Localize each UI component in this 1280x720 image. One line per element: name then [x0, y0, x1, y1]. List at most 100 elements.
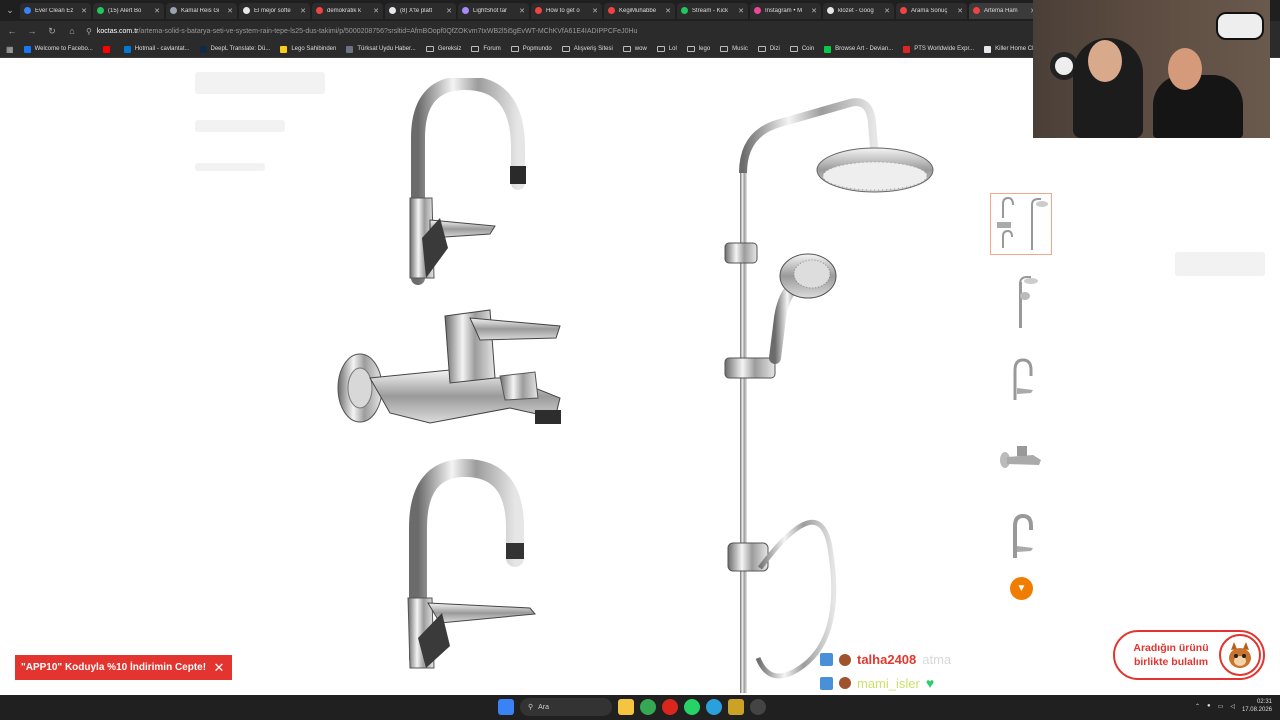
tab-favicon-icon	[900, 7, 907, 14]
bookmark-folder[interactable]: wow	[622, 46, 647, 52]
tab-close-icon[interactable]: ✕	[227, 7, 233, 15]
taskbar-clock[interactable]: 02:31 17.08.2026	[1242, 698, 1272, 714]
tab-close-icon[interactable]: ✕	[81, 7, 87, 15]
main-product-image[interactable]	[330, 75, 950, 695]
back-icon[interactable]: ←	[6, 26, 18, 36]
forward-icon[interactable]: →	[26, 26, 38, 36]
taskbar-apps: ⚲ Ara	[498, 698, 766, 716]
bookmark-item[interactable]: PTS Worldwide Expr...	[903, 45, 975, 53]
promo-banner[interactable]: "APP10" Koduyla %10 İndirimin Cepte! ✕	[15, 655, 232, 680]
tab-close-icon[interactable]: ✕	[519, 7, 525, 15]
folder-icon	[471, 46, 480, 52]
microphone-icon[interactable]: ●	[1207, 703, 1211, 709]
tab-close-icon[interactable]: ✕	[592, 7, 598, 15]
bookmark-folder[interactable]: Alışveriş Sitesi	[561, 46, 613, 52]
bookmark-favicon-icon	[903, 45, 911, 53]
browser-tab[interactable]: Kamal Reis Gi ✕	[166, 2, 237, 19]
bookmark-folder[interactable]: Gereksiz	[425, 46, 461, 52]
bookmark-folder[interactable]: Dizi	[757, 46, 780, 52]
tab-close-icon[interactable]: ✕	[665, 7, 671, 15]
bookmark-item[interactable]: Türksat Uydu Haber...	[346, 45, 416, 53]
bookmark-item[interactable]: DeepL Translate: Dü...	[199, 45, 270, 53]
windows-start-icon[interactable]	[498, 699, 514, 715]
chevron-up-icon[interactable]: ⌃	[1195, 703, 1200, 710]
tab-close-icon[interactable]: ✕	[446, 7, 452, 15]
obs-icon[interactable]	[750, 699, 766, 715]
chrome-icon[interactable]	[640, 699, 656, 715]
browser-tab[interactable]: Artema Ham✕	[969, 2, 1040, 19]
browser-tab[interactable]: How to get o ✕	[531, 2, 602, 19]
bookmark-folder[interactable]: Coin	[789, 46, 814, 52]
bookmark-label: PTS Worldwide Expr...	[914, 46, 975, 52]
tab-favicon-icon	[754, 7, 761, 14]
browser-tab[interactable]: klozet - Goog ✕	[823, 2, 894, 19]
thumbnail-list	[990, 193, 1054, 583]
chat-username: talha2408	[857, 652, 917, 667]
tab-title: LightShot tar	[473, 7, 508, 14]
product-thumbnail-set[interactable]	[990, 193, 1052, 255]
bookmark-item[interactable]: Welcome to Facebo...	[23, 45, 93, 53]
address-bar[interactable]: ⚲ koctas.com.tr/artema-solid-s-batarya-s…	[86, 24, 1006, 38]
home-icon[interactable]: ⌂	[66, 26, 78, 36]
product-thumbnail-kitchen-faucet[interactable]	[990, 349, 1052, 411]
tab-title: klozet - Goog	[838, 7, 874, 14]
tab-close-icon[interactable]: ✕	[738, 7, 744, 15]
product-thumbnail-bath-mixer[interactable]	[990, 427, 1052, 489]
browser-tab[interactable]: Instagram • M ✕	[750, 2, 821, 19]
browser-tab[interactable]: (8) X'te platt ✕	[385, 2, 456, 19]
taskbar-search[interactable]: ⚲ Ara	[520, 698, 612, 716]
browser-tab[interactable]: El mejor softe ✕	[239, 2, 310, 19]
bookmark-folder[interactable]: Music	[720, 46, 748, 52]
bookmark-label: Popmundo	[522, 46, 552, 52]
bookmark-label: Browse Art - Devian...	[835, 46, 894, 52]
bookmark-folder[interactable]: Lol	[656, 46, 677, 52]
tab-title: Kamal Reis Gi	[181, 7, 220, 14]
browser-tab[interactable]: LightShot tar ✕	[458, 2, 529, 19]
browser-tab[interactable]: KegiMuhabbe ✕	[604, 2, 675, 19]
browser-tab[interactable]: Stream - Kick ✕	[677, 2, 748, 19]
tab-close-icon[interactable]: ✕	[373, 7, 379, 15]
bookmark-folder[interactable]: Forum	[471, 46, 501, 52]
taskbar-search-placeholder: Ara	[538, 703, 550, 711]
tab-favicon-icon	[97, 7, 104, 14]
background-button	[1175, 252, 1265, 276]
bookmark-item[interactable]: Lego Sahibinden	[280, 45, 336, 53]
telegram-icon[interactable]	[706, 699, 722, 715]
volume-icon[interactable]: ◁	[1230, 703, 1235, 710]
product-thumbnail-shower[interactable]	[990, 271, 1052, 333]
tab-close-icon[interactable]: ✕	[300, 7, 306, 15]
browser-tab[interactable]: Arama Sonuç ✕	[896, 2, 967, 19]
network-icon[interactable]: ▭	[1218, 703, 1224, 710]
bookmark-label: Hotmail - cavlantat...	[134, 46, 190, 52]
close-icon[interactable]: ✕	[212, 660, 226, 676]
bookmark-item[interactable]: Browse Art - Devian...	[824, 45, 894, 53]
tab-favicon-icon	[827, 7, 834, 14]
browser-tab[interactable]: demokratik k ✕	[312, 2, 383, 19]
tab-search-icon[interactable]: ⌄	[2, 3, 18, 19]
reload-icon[interactable]: ↻	[46, 26, 58, 37]
product-thumbnail-basin-faucet[interactable]	[990, 505, 1052, 567]
bookmark-favicon-icon	[23, 45, 31, 53]
product-set-illustration	[337, 75, 934, 693]
bookmark-label: Lol	[668, 46, 677, 52]
bookmark-folder[interactable]: lego	[686, 46, 710, 52]
thumbnail-scroll-down-button[interactable]: ▼	[1010, 577, 1033, 600]
bookmark-item[interactable]: Hotmail - cavlantat...	[123, 45, 190, 53]
browser-tab[interactable]: Ever Clean Ez ✕	[20, 2, 91, 19]
chat-assistant-button[interactable]: Aradığın ürünü birlikte bulalım	[1113, 630, 1265, 680]
bookmark-folder[interactable]: Popmundo	[510, 46, 552, 52]
whatsapp-icon[interactable]	[684, 699, 700, 715]
folder-icon	[789, 46, 798, 52]
apps-grid-icon[interactable]: ▦	[6, 45, 14, 54]
browser-tab[interactable]: (15) Alert Bo ✕	[93, 2, 164, 19]
app-icon[interactable]	[728, 699, 744, 715]
tab-close-icon[interactable]: ✕	[957, 7, 963, 15]
tab-close-icon[interactable]: ✕	[154, 7, 160, 15]
tab-close-icon[interactable]: ✕	[811, 7, 817, 15]
site-info-icon[interactable]: ⚲	[86, 27, 92, 36]
tab-favicon-icon	[973, 7, 980, 14]
file-explorer-icon[interactable]	[618, 699, 634, 715]
tab-close-icon[interactable]: ✕	[884, 7, 890, 15]
opera-icon[interactable]	[662, 699, 678, 715]
bookmark-item[interactable]	[102, 45, 114, 53]
